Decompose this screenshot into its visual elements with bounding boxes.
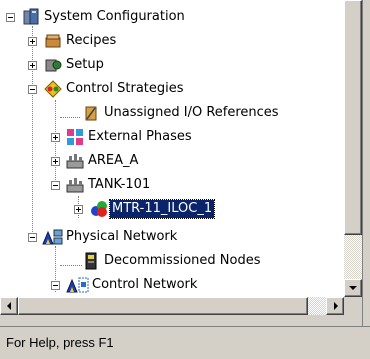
collapse-toggle[interactable] xyxy=(6,13,15,22)
horizontal-scroll-thumb[interactable] xyxy=(18,297,308,315)
recipes-icon xyxy=(44,32,62,50)
tree-item-label: Control Strategies xyxy=(66,81,184,96)
scroll-down-button[interactable] xyxy=(344,279,362,297)
decommissioned-nodes-icon xyxy=(82,252,100,270)
tree-item-label: System Configuration xyxy=(44,9,185,24)
tree-item-setup[interactable]: Setup xyxy=(0,56,344,78)
tree-item-control-strategies[interactable]: Control Strategies xyxy=(0,80,344,102)
physical-network-icon xyxy=(42,228,63,246)
tree-item-label: Recipes xyxy=(66,33,117,48)
status-text: For Help, press F1 xyxy=(6,335,114,350)
vertical-scrollbar[interactable] xyxy=(344,0,362,297)
tree-item-external-phases[interactable]: External Phases xyxy=(0,128,344,150)
unit-icon xyxy=(66,176,84,194)
collapse-toggle[interactable] xyxy=(28,85,37,94)
tree-item-label: Control Network xyxy=(92,277,198,292)
scroll-right-button[interactable] xyxy=(326,297,344,315)
status-bar: For Help, press F1 xyxy=(0,326,370,359)
control-network-icon xyxy=(66,276,89,294)
tree-item-label: TANK-101 xyxy=(88,177,151,192)
io-reference-icon xyxy=(82,104,100,122)
tree-item-label-selected: MTR-11_ILOC_1 xyxy=(108,199,216,219)
pane-splitter[interactable] xyxy=(362,0,370,326)
tree-item-unassigned-io-references[interactable]: Unassigned I/O References xyxy=(0,104,344,126)
configuration-tree[interactable]: System Configuration Recipes Setup Contr… xyxy=(0,0,344,297)
expand-toggle[interactable] xyxy=(28,37,37,46)
expand-toggle[interactable] xyxy=(74,205,83,214)
tree-item-tank-101[interactable]: TANK-101 xyxy=(0,176,344,198)
tree-item-label: Unassigned I/O References xyxy=(104,105,279,120)
vertical-scroll-thumb[interactable] xyxy=(344,0,362,235)
tree-item-label: Setup xyxy=(66,57,104,72)
system-configuration-icon xyxy=(22,8,40,26)
chevron-right-icon xyxy=(334,302,338,310)
control-strategies-icon xyxy=(44,80,62,98)
horizontal-scrollbar[interactable] xyxy=(0,297,344,315)
tree-item-label: Physical Network xyxy=(66,229,178,244)
chevron-down-icon xyxy=(349,286,357,290)
tree-item-label: AREA_A xyxy=(88,153,139,168)
expand-toggle[interactable] xyxy=(28,61,37,70)
tree-item-label: Decommissioned Nodes xyxy=(104,253,261,268)
tree-item-system-configuration[interactable]: System Configuration xyxy=(0,8,344,30)
collapse-toggle[interactable] xyxy=(28,233,37,242)
external-phases-icon xyxy=(66,128,84,146)
tree-item-recipes[interactable]: Recipes xyxy=(0,32,344,54)
expand-toggle[interactable] xyxy=(51,133,60,142)
scrollbar-corner xyxy=(344,297,362,315)
tree-item-decommissioned-nodes[interactable]: Decommissioned Nodes xyxy=(0,252,344,274)
tree-item-area-a[interactable]: AREA_A xyxy=(0,152,344,174)
tree-item-mtr-11-iloc-1[interactable]: MTR-11_ILOC_1 xyxy=(0,199,344,222)
collapse-toggle[interactable] xyxy=(51,281,60,290)
expand-toggle[interactable] xyxy=(51,157,60,166)
chevron-left-icon xyxy=(7,302,11,310)
tree-item-control-network[interactable]: Control Network xyxy=(0,276,344,297)
tree-item-physical-network[interactable]: Physical Network xyxy=(0,228,344,250)
collapse-toggle[interactable] xyxy=(51,181,60,190)
module-icon xyxy=(90,200,108,218)
pane-bottom-gap xyxy=(0,315,362,326)
scroll-left-button[interactable] xyxy=(0,297,18,315)
tree-item-label: External Phases xyxy=(88,129,192,144)
setup-icon xyxy=(44,56,62,74)
area-icon xyxy=(66,152,84,170)
